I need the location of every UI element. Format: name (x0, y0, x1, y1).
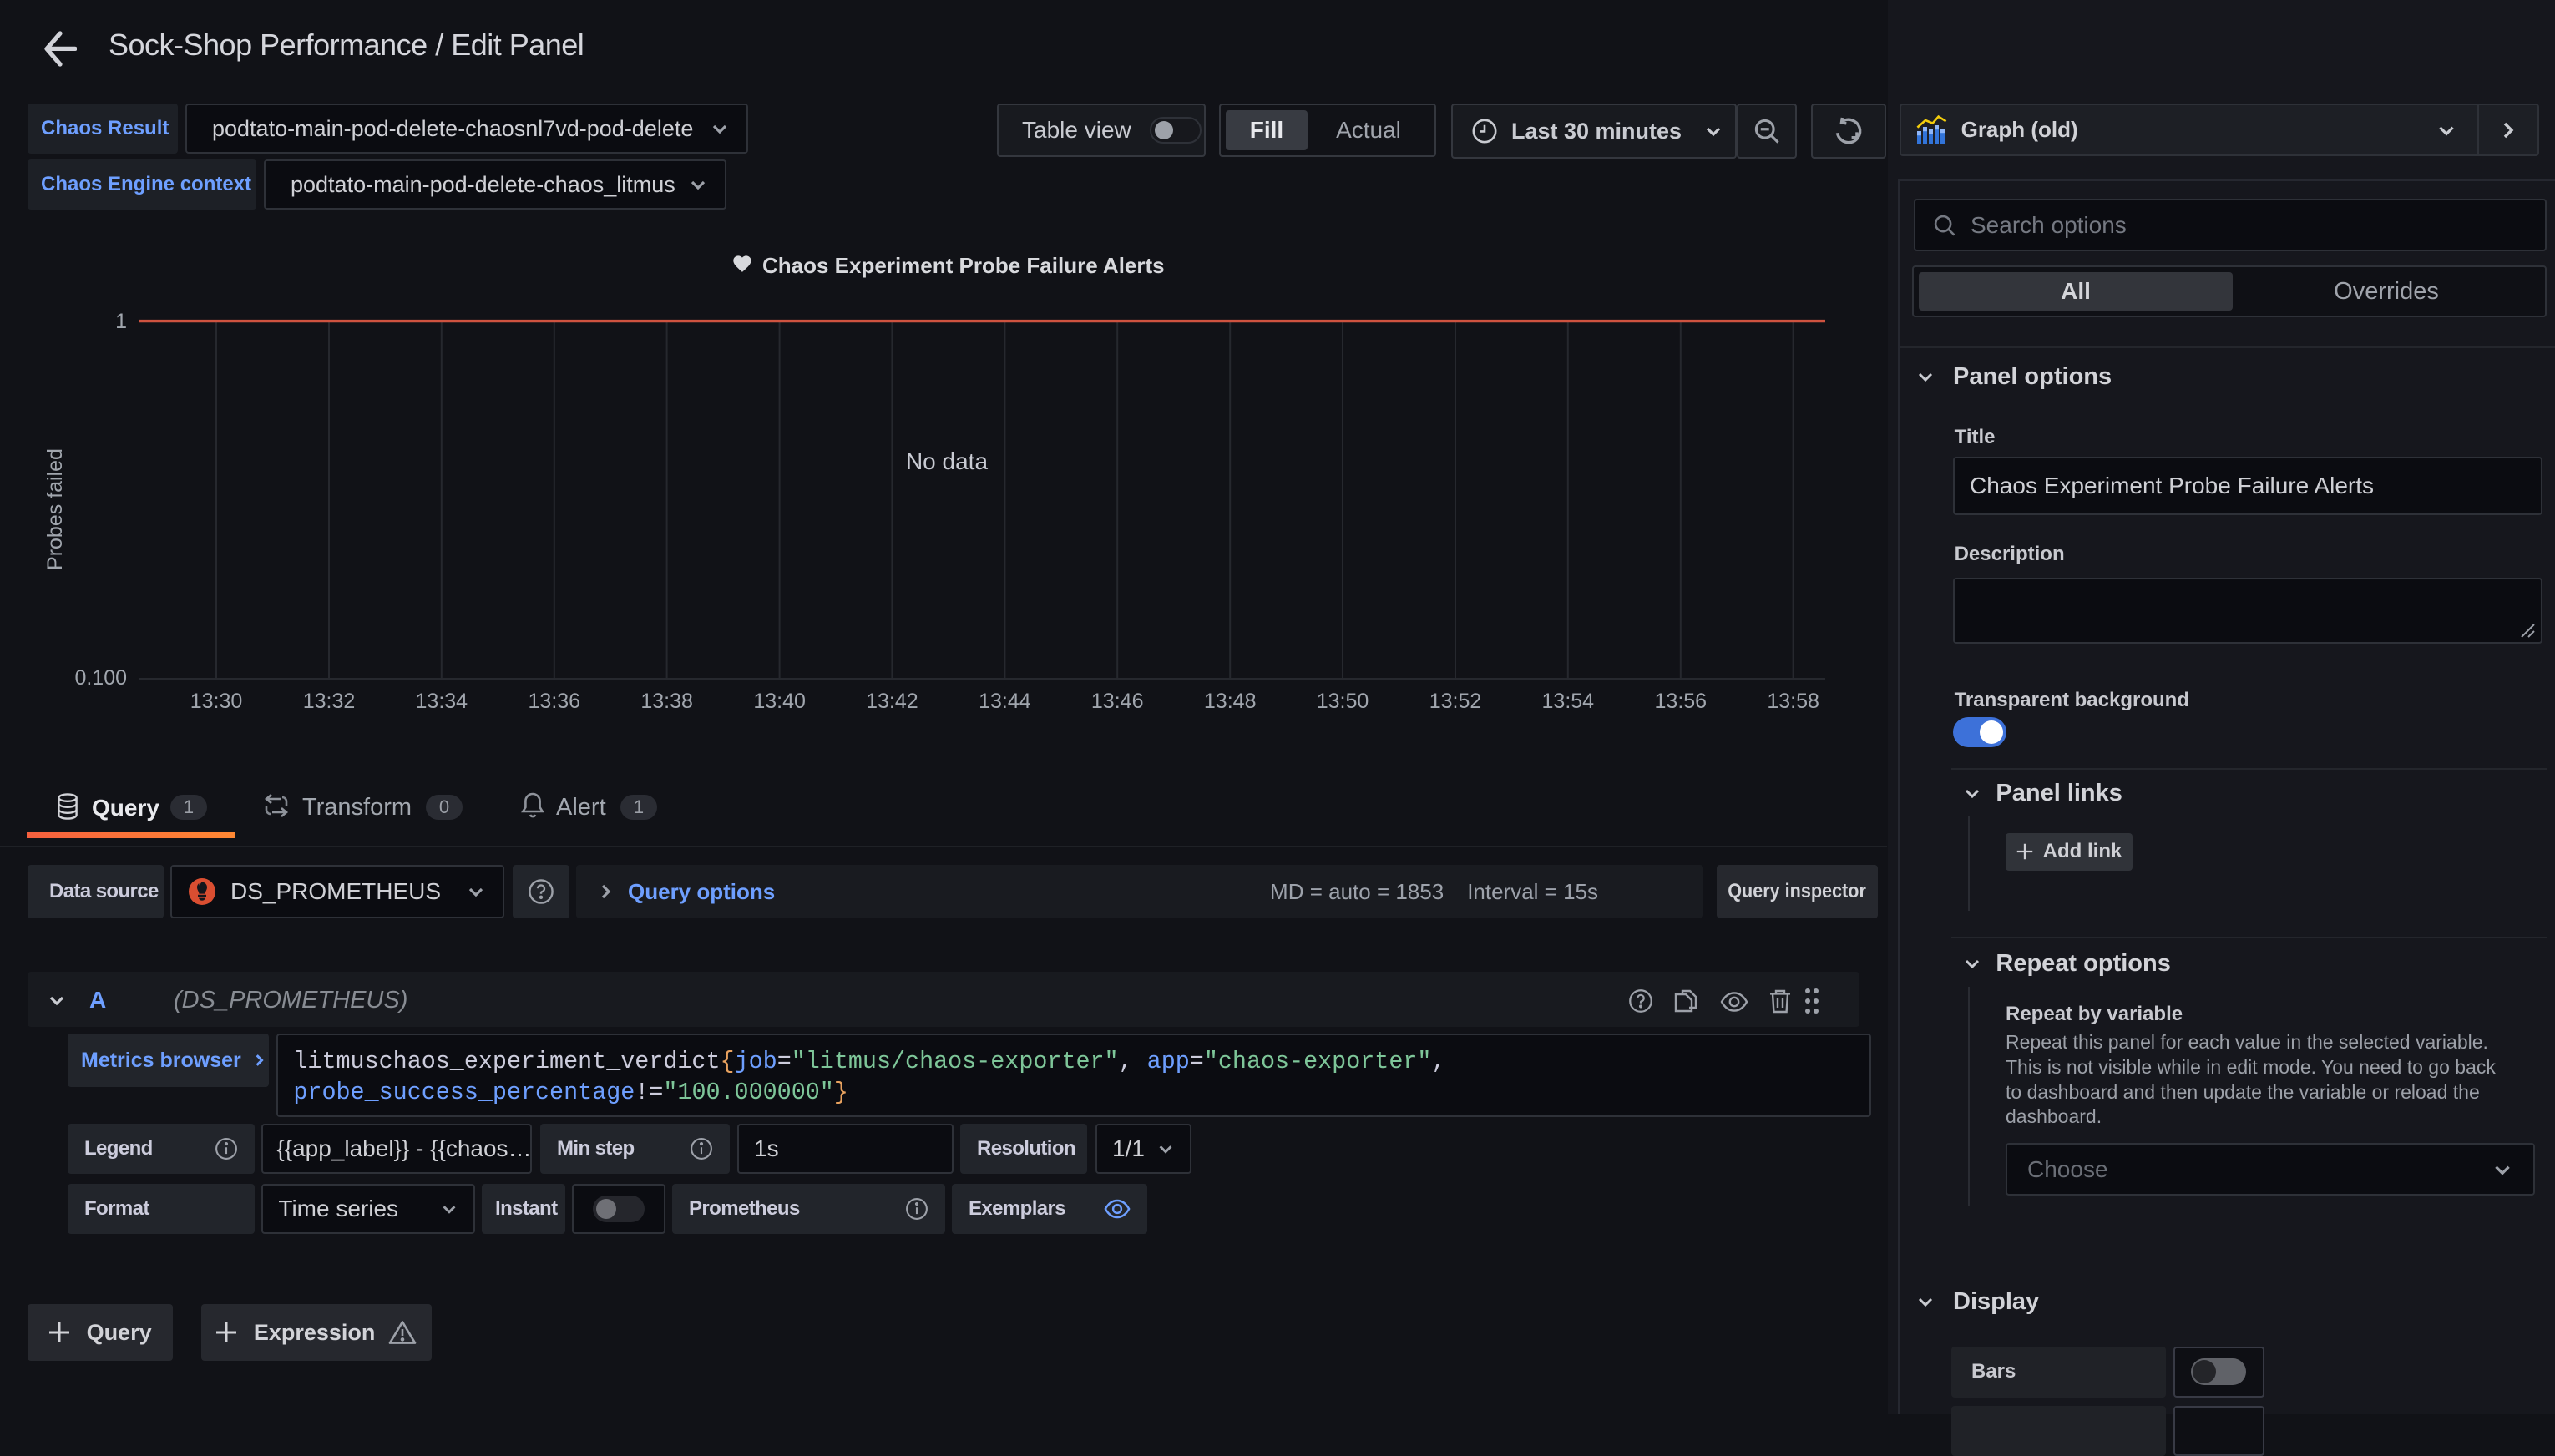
svg-text:13:54: 13:54 (1542, 690, 1595, 713)
svg-text:0.100: 0.100 (74, 666, 127, 690)
svg-text:Probes failed: Probes failed (43, 448, 67, 570)
svg-text:13:40: 13:40 (753, 690, 806, 713)
svg-text:13:36: 13:36 (529, 690, 581, 713)
svg-text:13:30: 13:30 (190, 690, 243, 713)
svg-text:13:52: 13:52 (1429, 690, 1482, 713)
svg-text:13:34: 13:34 (416, 690, 468, 713)
svg-text:No data: No data (906, 448, 988, 474)
svg-text:13:32: 13:32 (303, 690, 356, 713)
svg-text:Chaos Experiment Probe Failure: Chaos Experiment Probe Failure Alerts (762, 253, 1165, 278)
svg-text:13:48: 13:48 (1204, 690, 1257, 713)
svg-text:13:58: 13:58 (1767, 690, 1819, 713)
svg-text:13:38: 13:38 (640, 690, 693, 713)
svg-text:13:44: 13:44 (979, 690, 1031, 713)
svg-text:1: 1 (115, 310, 127, 333)
svg-text:13:56: 13:56 (1655, 690, 1708, 713)
svg-text:13:46: 13:46 (1091, 690, 1144, 713)
svg-text:13:50: 13:50 (1317, 690, 1369, 713)
svg-text:13:42: 13:42 (866, 690, 918, 713)
